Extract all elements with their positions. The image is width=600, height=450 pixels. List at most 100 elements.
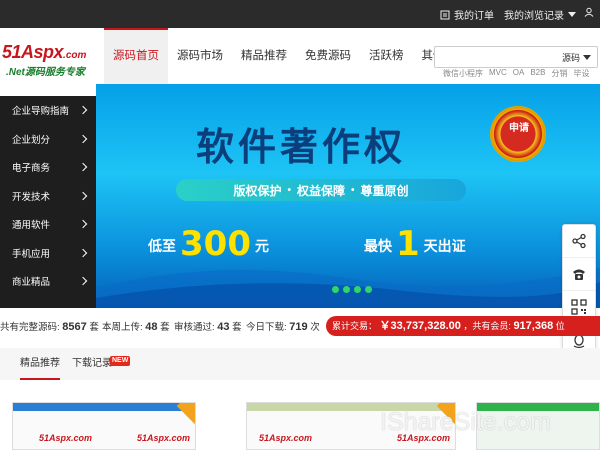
stat-total: 共有完整源码: 8567 套 bbox=[0, 319, 99, 333]
stat-unit: 套 bbox=[89, 322, 99, 333]
user-icon bbox=[584, 7, 594, 17]
trade-label: 累计交易： bbox=[332, 321, 378, 331]
chevron-right-icon bbox=[78, 220, 88, 229]
hot-tag[interactable]: OA bbox=[513, 68, 525, 79]
stat-today: 今日下载: 719 次 bbox=[246, 319, 320, 333]
nav-item-active-list[interactable]: 活跃榜 bbox=[360, 28, 413, 84]
sidebar-item-general-software[interactable]: 通用软件 bbox=[0, 210, 96, 239]
chevron-right-icon bbox=[78, 248, 88, 257]
stat-label: 审核通过: bbox=[174, 322, 215, 333]
tag-separator: • bbox=[287, 184, 291, 196]
search-type-label: 源码 bbox=[561, 53, 580, 63]
thumb-logo-domain: .com bbox=[291, 433, 313, 443]
thumb-header-bar bbox=[13, 403, 195, 411]
stat-value: 43 bbox=[217, 321, 230, 333]
stat-value: 719 bbox=[289, 321, 308, 333]
phone-icon bbox=[573, 269, 585, 280]
stat-unit: 套 bbox=[232, 322, 242, 333]
banner-tag: 版权保护 bbox=[233, 183, 282, 198]
nav-item-free[interactable]: 免费源码 bbox=[296, 28, 360, 84]
hot-tag[interactable]: MVC bbox=[489, 68, 507, 79]
nav-item-market[interactable]: 源码市场 bbox=[168, 28, 232, 84]
site-logo[interactable]: 51Aspx.com .Net源码服务专家 bbox=[2, 42, 98, 82]
hot-tag[interactable]: 分销 bbox=[551, 68, 567, 79]
new-badge: NEW bbox=[110, 356, 131, 366]
slide-dot[interactable] bbox=[354, 286, 361, 293]
slide-dot[interactable] bbox=[343, 286, 350, 293]
user-account-button[interactable] bbox=[584, 7, 594, 17]
hero-banner[interactable]: 软件著作权 申请 版权保护 • 权益保障 • 尊重原创 低至 300 元 最快 … bbox=[96, 84, 600, 308]
category-sidebar: 企业导购指南 企业划分 电子商务 开发技术 通用软件 手机应用 商业精品 bbox=[0, 96, 96, 308]
watermark-text: IShareSite.com bbox=[380, 408, 551, 436]
seal-badge: 申请 bbox=[490, 106, 546, 162]
speed-prefix: 最快 bbox=[364, 239, 392, 255]
ribbon-badge bbox=[176, 403, 195, 428]
thumb-logo: 51Aspx.com bbox=[259, 433, 312, 443]
chevron-right-icon bbox=[78, 163, 88, 172]
members-unit: 位 bbox=[555, 321, 565, 331]
site-stats-bar: 共有完整源码: 8567 套 本周上传: 48 套 审核通过: 43 套 今日下… bbox=[0, 316, 600, 336]
share-button[interactable] bbox=[563, 225, 595, 258]
chevron-right-icon bbox=[78, 191, 88, 200]
caret-down-icon bbox=[583, 55, 591, 60]
price-value: 300 bbox=[180, 224, 251, 264]
tab-download-history[interactable]: 下载记录 bbox=[72, 348, 112, 380]
stat-week: 本周上传: 48 套 bbox=[102, 319, 170, 333]
qrcode-icon bbox=[571, 299, 587, 315]
chevron-right-icon bbox=[78, 134, 88, 143]
my-history-label: 我的浏览记录 bbox=[504, 11, 564, 22]
product-card[interactable]: 51Aspx.com 51Aspx.com bbox=[12, 402, 196, 450]
banner-title: 软件著作权 bbox=[196, 125, 407, 169]
chevron-right-icon bbox=[78, 106, 88, 115]
slide-dot[interactable] bbox=[332, 286, 339, 293]
nav-item-featured[interactable]: 精品推荐 bbox=[232, 28, 296, 84]
banner-tag: 尊重原创 bbox=[360, 183, 409, 198]
sidebar-item-label: 手机应用 bbox=[12, 248, 51, 260]
tab-featured[interactable]: 精品推荐 bbox=[20, 348, 60, 380]
thumb-logo-domain: .com bbox=[71, 433, 93, 443]
hot-tag[interactable]: B2B bbox=[530, 68, 545, 79]
top-bar: 我的订单 我的浏览记录 bbox=[0, 0, 600, 28]
sidebar-item-mobile-apps[interactable]: 手机应用 bbox=[0, 239, 96, 268]
my-history-dropdown[interactable]: 我的浏览记录 bbox=[504, 7, 576, 22]
trade-value: ￥33,737,328.00 bbox=[379, 320, 461, 332]
sidebar-item-commercial-premium[interactable]: 商业精品 bbox=[0, 267, 96, 296]
sidebar-item-label: 企业导购指南 bbox=[12, 106, 70, 118]
phone-button[interactable] bbox=[563, 258, 595, 291]
sidebar-item-enterprise-division[interactable]: 企业划分 bbox=[0, 125, 96, 154]
chevron-right-icon bbox=[78, 277, 88, 286]
slide-dot[interactable] bbox=[365, 286, 372, 293]
search-type-select[interactable]: 源码 bbox=[562, 51, 591, 64]
thumb-logo-domain: .com bbox=[169, 433, 191, 443]
logo-slogan: .Net源码服务专家 bbox=[6, 67, 85, 78]
main-nav: 源码首页 源码市场 精品推荐 免费源码 活跃榜 其他语言 bbox=[104, 28, 477, 84]
banner-tags: 版权保护 • 权益保障 • 尊重原创 bbox=[176, 179, 466, 201]
members-label: ，共有会员: bbox=[463, 321, 511, 331]
logo-text: 51Aspx bbox=[2, 42, 64, 62]
hot-tag[interactable]: 微信小程序 bbox=[443, 68, 483, 79]
sidebar-item-enterprise-guide[interactable]: 企业导购指南 bbox=[0, 96, 96, 125]
price-unit: 元 bbox=[254, 239, 269, 255]
price-prefix: 低至 bbox=[148, 239, 176, 255]
members-value: 917,368 bbox=[513, 320, 554, 332]
sidebar-item-dev-tech[interactable]: 开发技术 bbox=[0, 182, 96, 211]
search-input[interactable]: 源码 bbox=[434, 46, 598, 68]
orders-icon bbox=[440, 10, 450, 19]
thumb-logo-text: 51Aspx bbox=[39, 433, 72, 443]
trade-stats-banner: 累计交易： ￥33,737,328.00 ，共有会员: 917,368 位 bbox=[326, 316, 600, 336]
sidebar-item-label: 通用软件 bbox=[12, 220, 51, 232]
stat-unit: 次 bbox=[310, 322, 320, 333]
my-orders-link[interactable]: 我的订单 bbox=[440, 7, 494, 22]
caret-down-icon bbox=[568, 12, 576, 17]
stat-label: 今日下载: bbox=[246, 322, 287, 333]
banner-tag: 权益保障 bbox=[296, 183, 345, 198]
seal-text: 申请 bbox=[509, 123, 529, 134]
tag-separator: • bbox=[351, 184, 355, 196]
speed-offer: 最快 1 天出证 bbox=[364, 224, 466, 264]
my-orders-label: 我的订单 bbox=[454, 11, 494, 22]
nav-item-home[interactable]: 源码首页 bbox=[104, 28, 168, 84]
logo-domain: .com bbox=[63, 50, 87, 61]
sidebar-item-ecommerce[interactable]: 电子商务 bbox=[0, 153, 96, 182]
hot-tag[interactable]: 毕设 bbox=[573, 68, 589, 79]
sidebar-item-label: 电子商务 bbox=[12, 163, 51, 175]
